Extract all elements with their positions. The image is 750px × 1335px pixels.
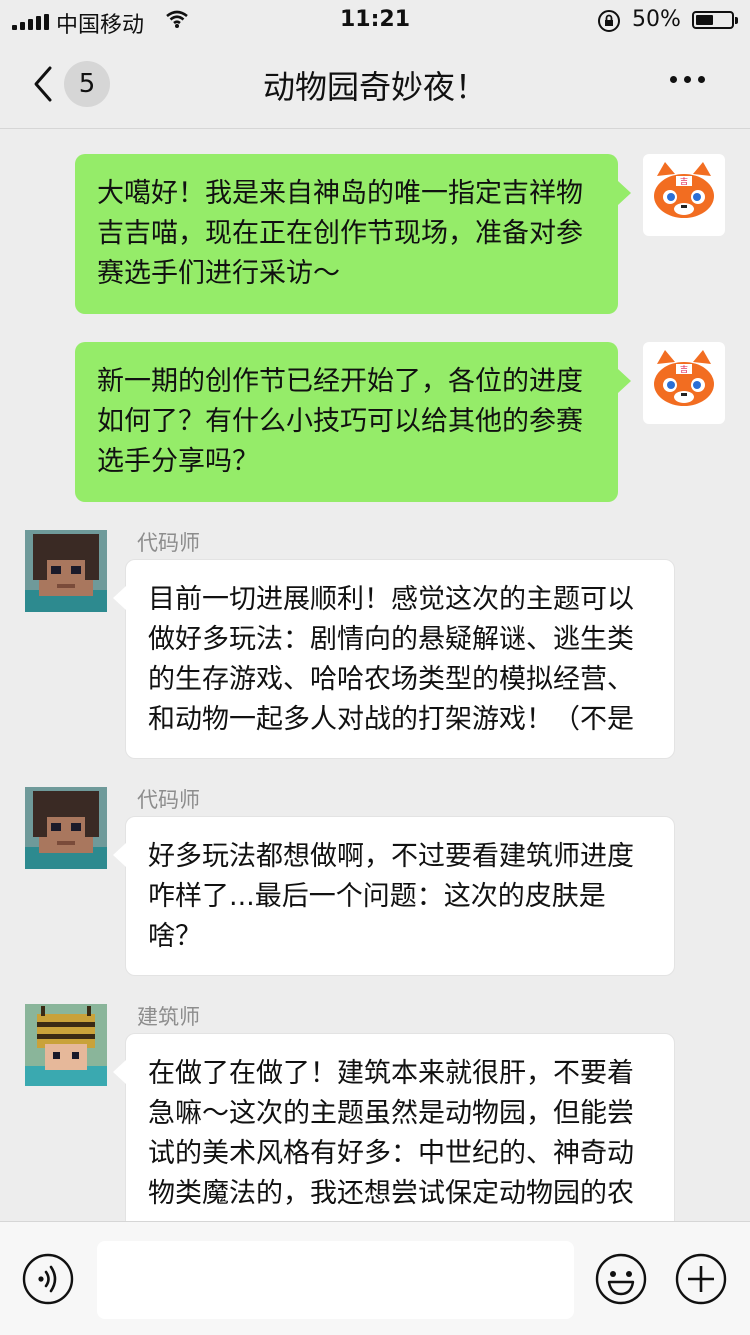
input-toolbar [0, 1221, 750, 1335]
outgoing-message-bubble[interactable]: 新一期的创作节已经开始了，各位的进度如何了？有什么小技巧可以给其他的参赛选手分享… [75, 342, 618, 502]
rotation-lock-icon [598, 10, 620, 32]
bubble-tail [113, 586, 126, 610]
message-text: 目前一切进展顺利！感觉这次的主题可以做好多玩法：剧情向的悬疑解谜、逃生类的生存游… [148, 584, 634, 735]
coder-avatar-icon[interactable] [25, 787, 107, 869]
battery-percent: 50% [632, 7, 681, 32]
more-options-button[interactable] [670, 76, 705, 83]
message-list[interactable]: 大噶好！我是来自神岛的唯一指定吉祥物吉吉喵，现在正在创作节现场，准备对参赛选手们… [0, 129, 750, 1221]
coder-avatar-icon[interactable] [25, 530, 107, 612]
bubble-tail [113, 843, 126, 867]
nav-bar: 5 动物园奇妙夜！ [0, 40, 750, 129]
outgoing-message-bubble[interactable]: 大噶好！我是来自神岛的唯一指定吉祥物吉吉喵，现在正在创作节现场，准备对参赛选手们… [75, 154, 618, 314]
voice-icon[interactable] [22, 1253, 74, 1305]
bubble-tail [618, 369, 631, 393]
status-bar: 中国移动 11:21 50% [0, 0, 750, 40]
sender-name: 代码师 [137, 788, 200, 812]
bubble-tail [618, 181, 631, 205]
message-text: 好多玩法都想做啊，不过要看建筑师进度咋样了...最后一个问题：这次的皮肤是啥？ [148, 841, 634, 952]
tiger-mascot-icon[interactable]: 吉 [643, 154, 725, 236]
battery-icon [692, 11, 738, 29]
sender-name: 代码师 [137, 531, 200, 555]
builder-bee-avatar-icon[interactable] [25, 1004, 107, 1086]
incoming-message-bubble[interactable]: 目前一切进展顺利！感觉这次的主题可以做好多玩法：剧情向的悬疑解谜、逃生类的生存游… [125, 559, 675, 759]
incoming-message-bubble[interactable]: 在做了在做了！建筑本来就很肝，不要着急嘛～这次的主题虽然是动物园，但能尝试的美术… [125, 1033, 675, 1221]
message-text: 新一期的创作节已经开始了，各位的进度如何了？有什么小技巧可以给其他的参赛选手分享… [97, 366, 583, 477]
plus-icon[interactable] [675, 1253, 727, 1305]
message-text: 大噶好！我是来自神岛的唯一指定吉祥物吉吉喵，现在正在创作节现场，准备对参赛选手们… [97, 178, 583, 289]
chat-title: 动物园奇妙夜！ [262, 68, 487, 106]
incoming-message-bubble[interactable]: 好多玩法都想做啊，不过要看建筑师进度咋样了...最后一个问题：这次的皮肤是啥？ [125, 816, 675, 976]
emoji-icon[interactable] [595, 1253, 647, 1305]
sender-name: 建筑师 [137, 1005, 200, 1029]
message-input[interactable] [97, 1241, 574, 1319]
svg-text:吉: 吉 [680, 365, 688, 374]
message-text: 在做了在做了！建筑本来就很肝，不要着急嘛～这次的主题虽然是动物园，但能尝试的美术… [148, 1058, 634, 1209]
tiger-mascot-icon[interactable]: 吉 [643, 342, 725, 424]
svg-text:吉: 吉 [680, 177, 688, 186]
bubble-tail [113, 1060, 126, 1084]
